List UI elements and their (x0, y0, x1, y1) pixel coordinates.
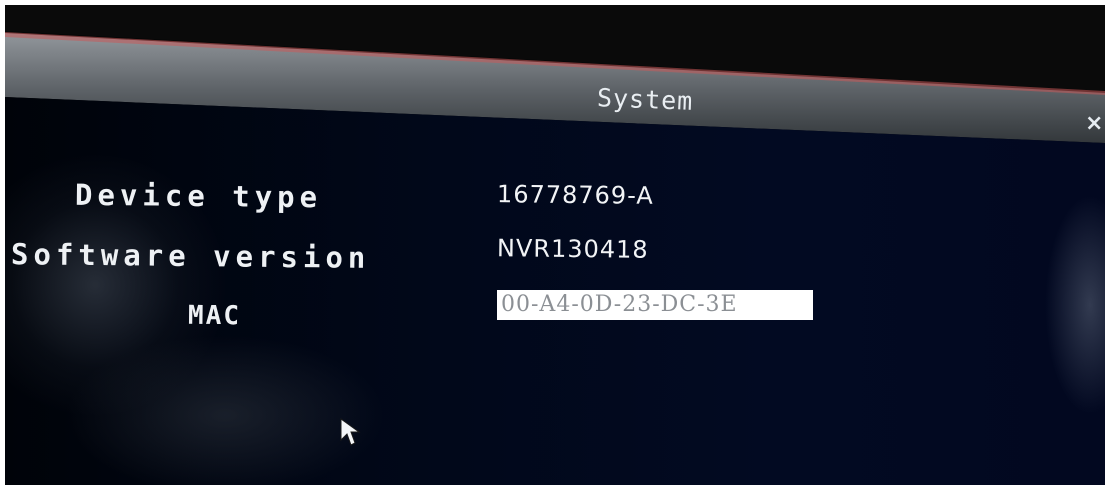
close-icon[interactable]: × (1085, 111, 1103, 136)
window-title: System (596, 83, 694, 116)
software-version-label: Software version (10, 237, 371, 275)
mouse-pointer-icon (340, 418, 361, 446)
monitor-screen: System × Device type 16778769-A Software… (5, 5, 1105, 485)
mac-address-field[interactable]: 00-A4-0D-23-DC-3E (497, 290, 813, 320)
software-version-value: NVR130418 (496, 234, 649, 264)
device-type-label: Device type (74, 177, 323, 215)
mac-label: MAC (187, 300, 242, 332)
device-type-value: 16778769-A (496, 180, 654, 210)
